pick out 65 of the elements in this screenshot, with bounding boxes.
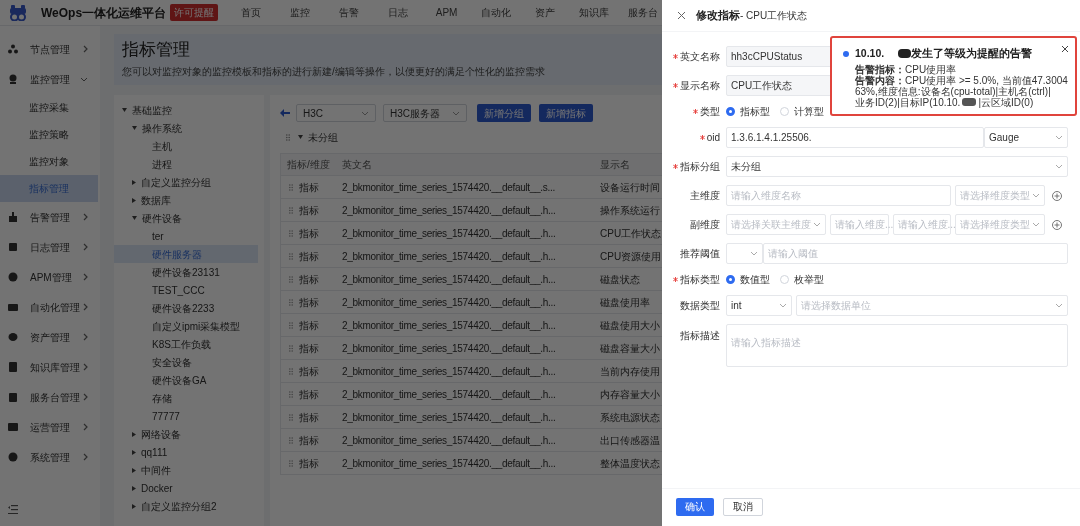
table-cell-text: 2_bkmonitor_time_series_1574420.__default__.h... bbox=[342, 433, 556, 448]
field-label: 类型 bbox=[700, 105, 720, 119]
table-cell-text: 2_bkmonitor_time_series_1574420.__default__.h... bbox=[342, 456, 556, 471]
table-cell-text: 指标 bbox=[299, 295, 319, 310]
table-cell-text: 指标 bbox=[299, 456, 319, 471]
table-cell-text: 2_bkmonitor_time_series_1574420.__default__.h... bbox=[342, 387, 556, 402]
table-cell-text: 2_bkmonitor_time_series_1574420.__default__.h... bbox=[342, 203, 556, 218]
table-cell-text: 指标 bbox=[299, 387, 319, 402]
table-cell-text: 2_bkmonitor_time_series_1574420.__default__.h... bbox=[342, 341, 556, 356]
field-label: 英文名称 bbox=[680, 50, 720, 64]
table-cell-text: 指标 bbox=[299, 249, 319, 264]
table-cell-text: 指标 bbox=[299, 203, 319, 218]
table-cell-text: 系统电源状态 bbox=[600, 410, 660, 425]
field-label: 显示名称 bbox=[680, 79, 720, 93]
field-label: 推荐阈值 bbox=[680, 247, 720, 261]
table-cell-text: 磁盘使用率 bbox=[600, 295, 650, 310]
table-cell-text: CPU资源使用 bbox=[600, 249, 662, 264]
drawer-title: 修改指标 bbox=[696, 8, 740, 24]
field-label: 指标描述 bbox=[680, 329, 720, 343]
table-cell-text: 内存容量大小 bbox=[600, 387, 660, 402]
table-cell-text: 设备运行时间 bbox=[600, 180, 660, 195]
table-cell-text: 2_bkmonitor_time_series_1574420.__default__.s... bbox=[342, 180, 555, 195]
table-cell-text: 2_bkmonitor_time_series_1574420.__default__.h... bbox=[342, 295, 556, 310]
alert-ip: 10.10. bbox=[855, 46, 885, 61]
table-cell-text: 2_bkmonitor_time_series_1574420.__default__.h... bbox=[342, 249, 556, 264]
field-label: 副维度 bbox=[690, 218, 720, 232]
table-cell-text: 整体温度状态 bbox=[600, 456, 660, 471]
alert-text: 业务ID(2)|目标IP(10.10. bbox=[855, 96, 961, 108]
column-header: 指标/维度 bbox=[286, 158, 331, 172]
table-cell-text: 磁盘使用大小 bbox=[600, 318, 660, 333]
table-cell-text: 2_bkmonitor_time_series_1574420.__default__.h... bbox=[342, 364, 556, 379]
table-cell-text: 出口传感器温 bbox=[600, 433, 660, 448]
table-cell-text: 2_bkmonitor_time_series_1574420.__default__.h... bbox=[342, 318, 556, 333]
table-cell-text: 指标 bbox=[299, 226, 319, 241]
table-cell-text: 指标 bbox=[299, 364, 319, 379]
table-cell-text: 当前内存使用 bbox=[600, 364, 660, 379]
table-cell-text: 指标 bbox=[299, 272, 319, 287]
drawer-subtitle: - CPU工作状态 bbox=[740, 9, 808, 23]
table-cell-text: 指标 bbox=[299, 341, 319, 356]
table-cell-text: 指标 bbox=[299, 180, 319, 195]
app-title: WeOps一体化运维平台 bbox=[41, 4, 167, 22]
table-cell-text: 2_bkmonitor_time_series_1574420.__default__.h... bbox=[342, 410, 556, 425]
field-label: oid bbox=[706, 131, 720, 145]
table-cell-text: 磁盘状态 bbox=[600, 272, 640, 287]
group-label: 未分组 bbox=[308, 130, 338, 145]
table-cell-text: 2_bkmonitor_time_series_1574420.__default__.h... bbox=[342, 272, 556, 287]
table-cell-text: 指标 bbox=[299, 318, 319, 333]
field-label: 指标类型 bbox=[680, 273, 720, 287]
alert-text: 告警内容：CPU使用率 >= 5.0%, 当前值47.300463%,维度信息:设备名(cpu-total)|主机名(ctrl)| bbox=[855, 74, 1068, 97]
table-cell-text: 指标 bbox=[299, 410, 319, 425]
alert-text: 告警指标：CPU使用率 bbox=[855, 63, 958, 75]
alert-text: |云区域ID(0) bbox=[978, 96, 1034, 108]
alert-title: 发生了等级为提醒的告警 bbox=[911, 46, 1033, 61]
table-cell-text: 指标 bbox=[299, 433, 319, 448]
field-label: 数据类型 bbox=[680, 299, 720, 313]
column-header: 英文名 bbox=[341, 158, 373, 172]
table-cell-text: 磁盘容量大小 bbox=[600, 341, 660, 356]
page-description: 您可以对监控对象的监控模板和指标的进行新建/编辑等操作，以便更好的满足个性化的监控需求 bbox=[122, 65, 546, 79]
page-title: 指标管理 bbox=[122, 39, 191, 61]
table-cell-text: CPU工作状态 bbox=[600, 226, 662, 241]
field-label: 主维度 bbox=[690, 189, 720, 203]
field-label: 指标分组 bbox=[680, 160, 720, 174]
table-cell-text: 操作系统运行 bbox=[600, 203, 660, 218]
column-header: 显示名 bbox=[599, 158, 631, 172]
table-cell-text: 2_bkmonitor_time_series_1574420.__default__.h... bbox=[342, 226, 556, 241]
